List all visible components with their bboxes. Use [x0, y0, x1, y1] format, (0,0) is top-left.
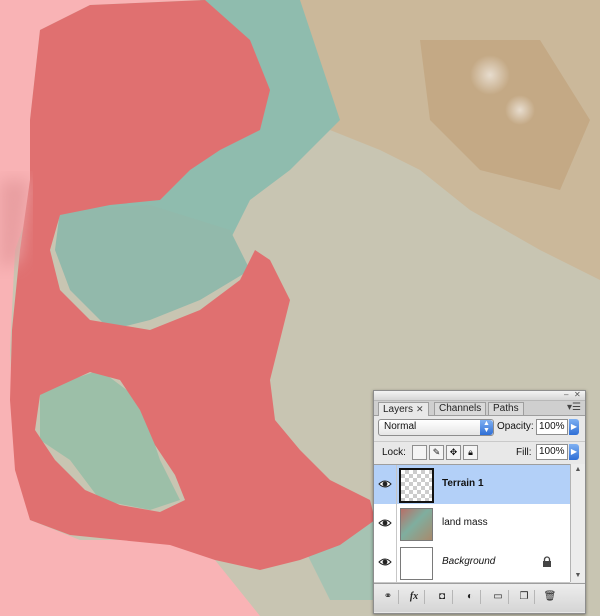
layer-row-terrain-1[interactable]: Terrain 1: [374, 465, 570, 505]
blend-row: Normal ▲ ▼ Opacity: 100% ▶: [374, 416, 585, 438]
fill-arrow-icon[interactable]: ▶: [569, 444, 579, 460]
visibility-cell[interactable]: [374, 465, 397, 504]
layers-list: Terrain 1 land mass Background: [374, 464, 570, 583]
blend-mode-select[interactable]: Normal ▲ ▼: [378, 419, 494, 436]
panel-tabs: Layers ✕ Channels Paths ▾☰: [374, 401, 585, 416]
panel-titlebar[interactable]: – ✕: [374, 391, 585, 401]
fill-input[interactable]: 100%: [536, 444, 568, 460]
mask-icon[interactable]: ◘: [432, 590, 453, 604]
tab-close-icon[interactable]: ✕: [416, 404, 424, 414]
select-arrows-icon: ▲ ▼: [480, 420, 493, 435]
panel-bottom-bar: ⚭ fx ◘ ◐ ▭ ❐ 🗑︎: [374, 583, 585, 612]
tab-paths-label: Paths: [493, 403, 519, 414]
opacity-arrow-icon[interactable]: ▶: [569, 419, 579, 435]
tab-layers[interactable]: Layers ✕: [378, 402, 429, 416]
new-layer-icon[interactable]: ❐: [514, 590, 535, 604]
tab-channels[interactable]: Channels: [434, 402, 487, 415]
layers-scrollbar[interactable]: ▲ ▼: [570, 464, 585, 582]
close-panel-icon[interactable]: ✕: [574, 391, 581, 399]
adjustment-icon[interactable]: ◐: [460, 590, 481, 604]
minimize-icon[interactable]: –: [564, 391, 568, 399]
link-icon[interactable]: ⚭: [378, 590, 399, 604]
folder-icon[interactable]: ▭: [488, 590, 509, 604]
tab-paths[interactable]: Paths: [488, 402, 524, 415]
blend-mode-value: Normal: [384, 421, 417, 432]
tab-layers-label: Layers: [383, 404, 414, 415]
scroll-up-icon[interactable]: ▲: [571, 464, 585, 476]
layer-name[interactable]: land mass: [442, 517, 488, 528]
lock-paint-brush-icon[interactable]: ✎: [429, 445, 444, 460]
layer-thumbnail: [399, 468, 434, 503]
visibility-cell[interactable]: [374, 504, 397, 543]
lock-icon: [543, 556, 551, 567]
eye-icon[interactable]: [378, 517, 392, 529]
layer-name[interactable]: Background: [442, 556, 495, 567]
layer-thumbnail: [400, 547, 433, 580]
layer-name[interactable]: Terrain 1: [442, 478, 484, 489]
lock-transparent-icon[interactable]: [412, 445, 427, 460]
fill-label: Fill:: [516, 447, 532, 458]
eye-icon[interactable]: [378, 556, 392, 568]
layer-row-background[interactable]: Background: [374, 543, 570, 583]
lock-all-icon[interactable]: 🔒︎: [463, 445, 478, 460]
fx-icon[interactable]: fx: [404, 590, 425, 604]
lock-label: Lock:: [382, 447, 406, 458]
trash-icon[interactable]: 🗑︎: [540, 590, 560, 604]
opacity-label: Opacity:: [497, 421, 534, 432]
panel-menu-icon[interactable]: ▾☰: [567, 402, 581, 413]
scroll-down-icon[interactable]: ▼: [571, 570, 585, 582]
lock-move-icon[interactable]: ✥: [446, 445, 461, 460]
layer-thumbnail: [400, 508, 433, 541]
opacity-input[interactable]: 100%: [536, 419, 568, 435]
lock-row: Lock: ✎ ✥ 🔒︎ Fill: 100% ▶: [374, 441, 585, 462]
eye-icon[interactable]: [378, 478, 392, 490]
visibility-cell[interactable]: [374, 543, 397, 582]
layers-panel: – ✕ Layers ✕ Channels Paths ▾☰ Normal ▲ ▼ …: [373, 390, 586, 614]
layer-row-land-mass[interactable]: land mass: [374, 504, 570, 544]
tab-channels-label: Channels: [439, 403, 482, 414]
